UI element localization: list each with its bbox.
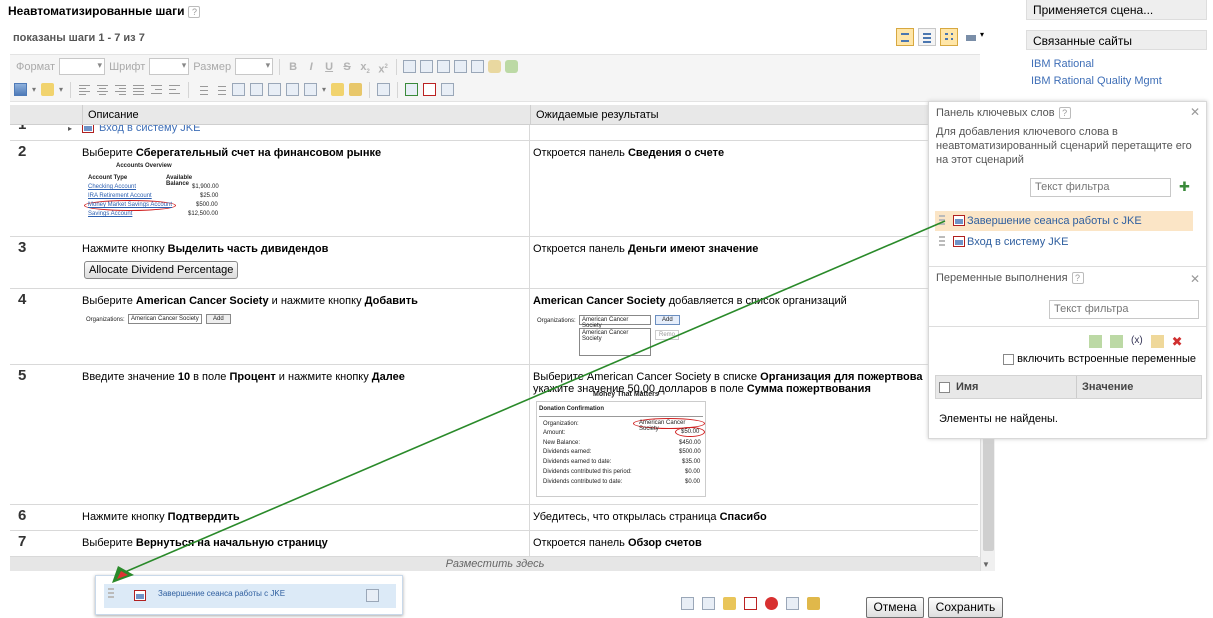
drag-arrow: [112, 220, 946, 583]
drag-arrow-line: [124, 220, 946, 573]
